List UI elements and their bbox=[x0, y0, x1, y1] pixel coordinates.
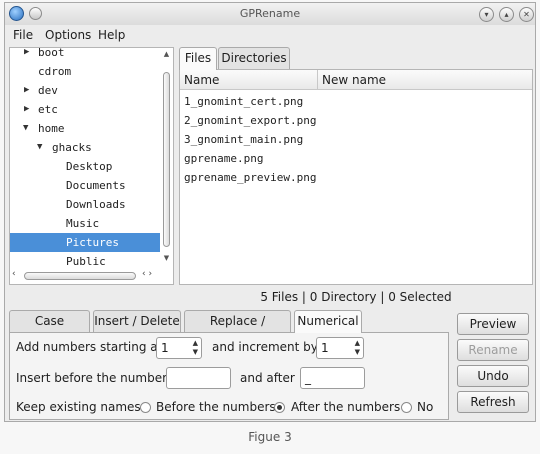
tree-item-pictures[interactable]: Pictures bbox=[10, 233, 160, 252]
radio-after-numbers[interactable] bbox=[274, 402, 285, 413]
expand-arrow-icon[interactable]: ▶ bbox=[24, 81, 29, 100]
directory-tree[interactable]: ▶ boot cdrom ▶ dev ▶ etc ▼ home ▼ ghacks… bbox=[9, 47, 174, 285]
scroll-thumb[interactable] bbox=[24, 272, 136, 280]
tab-numerical[interactable]: Numerical bbox=[294, 310, 362, 333]
insert-after-input[interactable]: _ bbox=[300, 367, 365, 389]
radio-after-label[interactable]: After the numbers bbox=[291, 400, 400, 414]
column-header-new-name[interactable]: New name bbox=[318, 70, 532, 90]
expand-arrow-icon[interactable]: ▶ bbox=[24, 48, 29, 62]
column-header-name[interactable]: Name bbox=[180, 70, 318, 90]
gprename-window: GPRename ▾ ▴ ✕ File Options Help ▶ boot … bbox=[4, 2, 536, 422]
window-title: GPRename bbox=[239, 7, 301, 20]
keep-names-label: Keep existing names bbox=[16, 400, 141, 414]
undo-button[interactable]: Undo bbox=[457, 365, 529, 387]
close-icon[interactable]: ✕ bbox=[519, 7, 534, 22]
scroll-left-icon[interactable]: ‹ bbox=[12, 269, 16, 279]
numerical-options-panel: Add numbers starting at 1 ▲ ▼ and increme… bbox=[9, 332, 449, 420]
tree-item-downloads[interactable]: Downloads bbox=[10, 195, 160, 214]
scroll-up-icon[interactable]: ▲ bbox=[162, 50, 171, 58]
tree-item-desktop[interactable]: Desktop bbox=[10, 157, 160, 176]
tree-item-etc[interactable]: ▶ etc bbox=[10, 100, 160, 119]
radio-no-label[interactable]: No bbox=[417, 400, 433, 414]
radio-before-numbers[interactable] bbox=[140, 402, 151, 413]
title-bar: GPRename ▾ ▴ ✕ bbox=[5, 3, 535, 25]
tree-item-public[interactable]: Public bbox=[10, 252, 160, 271]
tab-insert-delete[interactable]: Insert / Delete bbox=[93, 310, 181, 332]
spinner-arrows-icon[interactable]: ▲ ▼ bbox=[355, 339, 360, 357]
tree-item-boot[interactable]: ▶ boot bbox=[10, 48, 160, 62]
tab-directories[interactable]: Directories bbox=[218, 47, 290, 69]
insert-before-label: Insert before the numbers bbox=[16, 371, 174, 385]
tree-item-cdrom[interactable]: cdrom bbox=[10, 62, 160, 81]
increment-spinner[interactable]: 1 ▲ ▼ bbox=[316, 337, 364, 359]
tree-item-home[interactable]: ▼ home bbox=[10, 119, 160, 138]
menu-options[interactable]: Options bbox=[45, 28, 91, 42]
maximize-icon[interactable]: ▴ bbox=[499, 7, 514, 22]
rename-button[interactable]: Rename bbox=[457, 339, 529, 361]
radio-before-label[interactable]: Before the numbers bbox=[156, 400, 276, 414]
tree-horizontal-scrollbar[interactable]: ‹ ‹ › bbox=[12, 269, 162, 281]
expand-arrow-icon[interactable]: ▶ bbox=[24, 100, 29, 119]
file-row[interactable]: gprename.png bbox=[184, 149, 263, 168]
status-text: 5 Files | 0 Directory | 0 Selected bbox=[260, 290, 452, 304]
tab-files[interactable]: Files bbox=[179, 47, 217, 70]
collapse-arrow-icon[interactable]: ▼ bbox=[37, 138, 42, 157]
scroll-right-icon[interactable]: ‹ › bbox=[142, 269, 152, 279]
menu-file[interactable]: File bbox=[13, 28, 33, 42]
insert-before-input[interactable] bbox=[166, 367, 231, 389]
increment-label: and increment by bbox=[212, 340, 318, 354]
tree-item-ghacks[interactable]: ▼ ghacks bbox=[10, 138, 160, 157]
collapse-arrow-icon[interactable]: ▼ bbox=[23, 119, 28, 138]
file-row[interactable]: 2_gnomint_export.png bbox=[184, 111, 316, 130]
after-label: and after bbox=[240, 371, 295, 385]
file-list[interactable]: Name New name 1_gnomint_cert.png 2_gnomi… bbox=[179, 69, 533, 285]
refresh-button[interactable]: Refresh bbox=[457, 391, 529, 413]
scroll-down-icon[interactable]: ▼ bbox=[162, 254, 171, 262]
scroll-thumb[interactable] bbox=[163, 72, 170, 247]
start-number-spinner[interactable]: 1 ▲ ▼ bbox=[156, 337, 202, 359]
file-row[interactable]: 3_gnomint_main.png bbox=[184, 130, 303, 149]
file-row[interactable]: gprename_preview.png bbox=[184, 168, 316, 187]
menu-bar: File Options Help bbox=[5, 25, 535, 47]
file-row[interactable]: 1_gnomint_cert.png bbox=[184, 92, 303, 111]
minimize-icon[interactable]: ▾ bbox=[479, 7, 494, 22]
radio-no[interactable] bbox=[401, 402, 412, 413]
figure-caption: Figue 3 bbox=[248, 430, 292, 444]
preview-button[interactable]: Preview bbox=[457, 313, 529, 335]
tab-replace-remove[interactable]: Replace / Remove bbox=[184, 310, 291, 349]
tree-item-music[interactable]: Music bbox=[10, 214, 160, 233]
tree-item-dev[interactable]: ▶ dev bbox=[10, 81, 160, 100]
tree-vertical-scrollbar[interactable]: ▲ ▼ bbox=[162, 50, 171, 268]
spinner-arrows-icon[interactable]: ▲ ▼ bbox=[193, 339, 198, 357]
tree-item-documents[interactable]: Documents bbox=[10, 176, 160, 195]
add-numbers-label: Add numbers starting at bbox=[16, 340, 163, 354]
menu-help[interactable]: Help bbox=[98, 28, 125, 42]
tab-case-change[interactable]: Case Change bbox=[9, 310, 90, 349]
